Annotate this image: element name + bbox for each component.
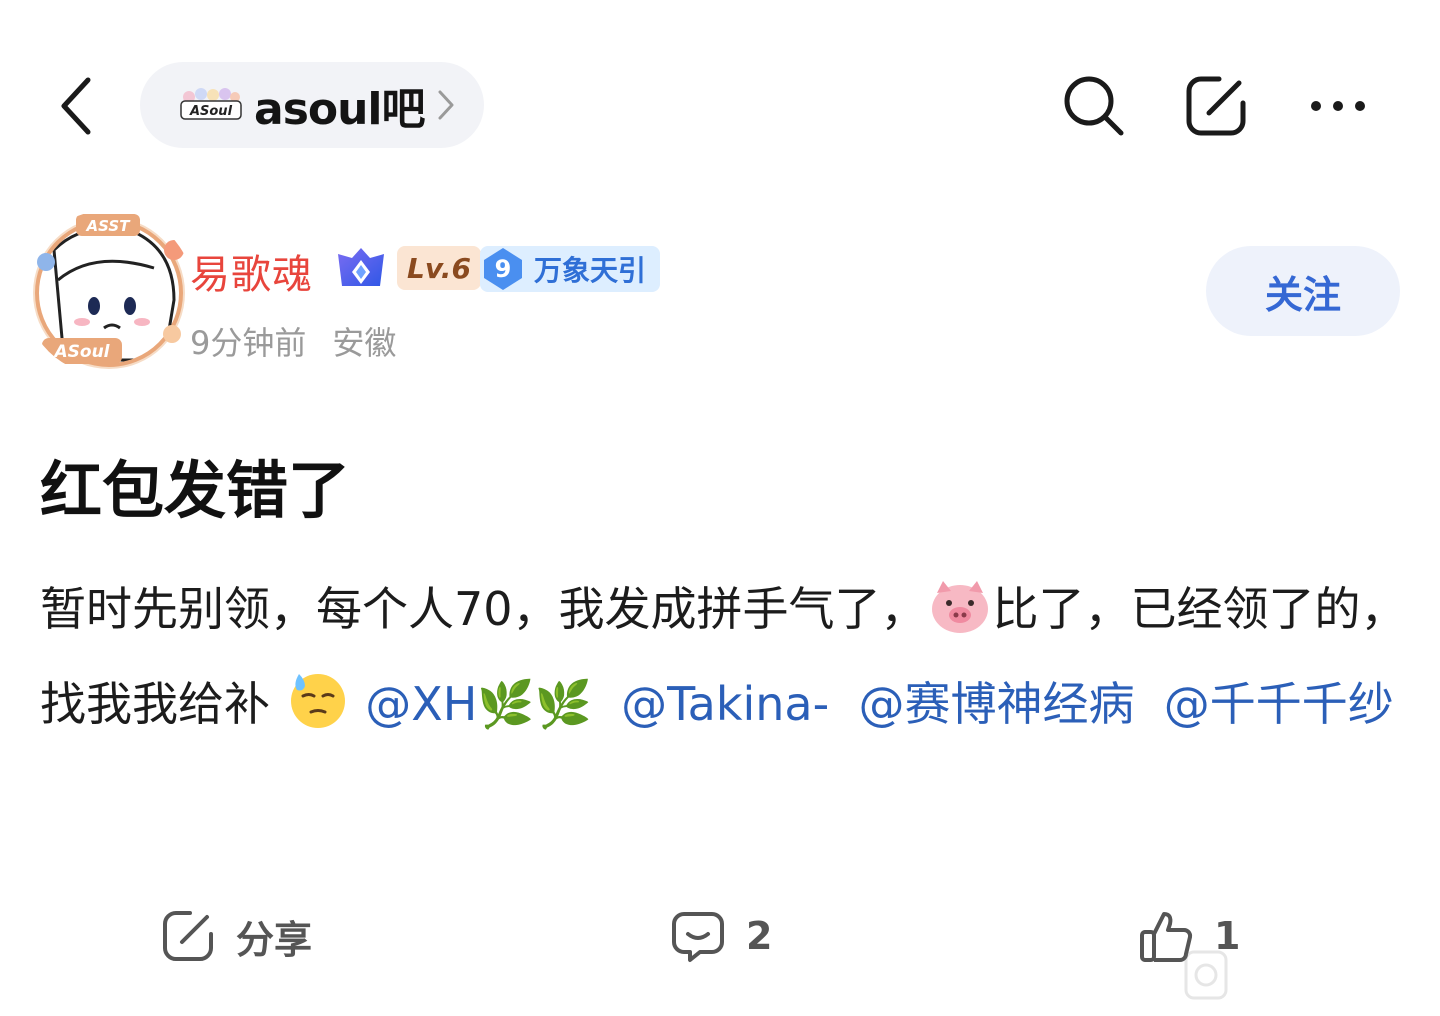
- top-bar: ASoul asoul吧: [0, 0, 1440, 190]
- edit-icon: [1186, 76, 1246, 136]
- svg-text:ASST: ASST: [86, 217, 132, 235]
- watermark-icon: [1184, 950, 1228, 1000]
- mention-link[interactable]: @千千千纱: [1164, 677, 1394, 731]
- chevron-left-icon: [61, 77, 91, 135]
- vip-crown-icon: [338, 248, 384, 286]
- share-icon: [163, 911, 213, 961]
- comment-count: 2: [746, 914, 773, 958]
- author-name[interactable]: 易歌魂: [190, 242, 313, 300]
- forum-name: asoul吧: [254, 84, 426, 135]
- mention-link[interactable]: @Takina-: [621, 677, 829, 731]
- follow-button[interactable]: 关注: [1206, 246, 1400, 336]
- comment-button[interactable]: 2: [670, 898, 772, 974]
- post-title: 红包发错了: [40, 454, 351, 527]
- sweat-emoji-icon: [290, 674, 345, 728]
- post-location: 安徽: [332, 324, 397, 362]
- svg-text:ASoul: ASoul: [189, 104, 233, 119]
- share-label: 分享: [236, 917, 313, 962]
- post-text-segment: 暂时先别领，每个人70，我发成拼手气了，: [40, 582, 927, 636]
- more-icon: [1311, 101, 1365, 111]
- search-icon: [1064, 76, 1124, 136]
- back-button[interactable]: [48, 68, 104, 144]
- title-badge-number: 9: [480, 246, 526, 292]
- mention-link[interactable]: @XH🌿🌿: [365, 677, 592, 731]
- post-meta: 9分钟前 安徽: [190, 318, 396, 364]
- svg-text:ASoul: ASoul: [52, 342, 110, 362]
- comment-icon: [672, 912, 724, 962]
- mention-link[interactable]: @赛博神经病: [858, 677, 1134, 731]
- post-body: 暂时先别领，每个人70，我发成拼手气了， 比了，已经领了的，找我我给补 @XH🌿…: [40, 562, 1410, 752]
- share-button[interactable]: 分享: [160, 898, 312, 974]
- forum-entry-button[interactable]: ASoul asoul吧: [140, 62, 484, 148]
- search-button[interactable]: [1054, 66, 1134, 146]
- chevron-right-icon: [437, 89, 455, 121]
- pig-emoji-icon: [931, 581, 988, 633]
- title-badge-text: 万象天引: [534, 254, 647, 287]
- avatar[interactable]: ASST ASoul: [24, 210, 194, 376]
- more-button[interactable]: [1298, 66, 1378, 146]
- compose-button[interactable]: [1176, 66, 1256, 146]
- post-time: 9分钟前: [190, 324, 307, 362]
- level-badge: Lv.6: [397, 246, 481, 290]
- title-badge: 9 万象天引: [480, 246, 661, 292]
- forum-logo: ASoul: [178, 85, 244, 125]
